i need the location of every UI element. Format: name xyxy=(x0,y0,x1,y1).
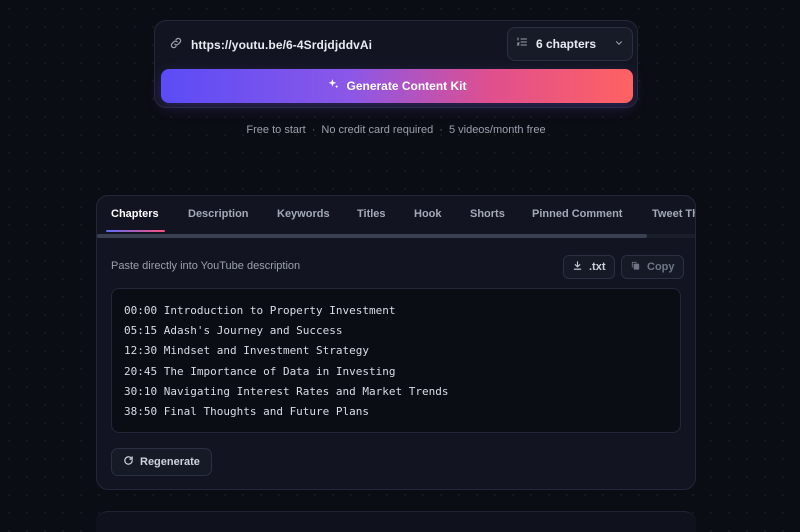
chapter-line: 30:10 Navigating Interest Rates and Mark… xyxy=(124,384,449,398)
pricing-separator-1: · xyxy=(311,124,316,136)
tabs-scrollbar-thumb[interactable] xyxy=(97,234,647,238)
copy-label: Copy xyxy=(647,261,675,273)
sparkles-icon xyxy=(327,78,340,94)
chapters-count-select[interactable]: 6 chapters xyxy=(507,27,633,61)
chapters-output[interactable]: 00:00 Introduction to Property Investmen… xyxy=(111,288,681,433)
chevron-down-icon xyxy=(614,35,624,53)
pricing-separator-2: · xyxy=(439,124,443,136)
link-icon xyxy=(169,36,183,55)
copy-icon xyxy=(630,260,641,274)
refresh-icon xyxy=(123,455,134,469)
tab-pinned-comment[interactable]: Pinned Comment xyxy=(532,208,622,220)
regenerate-label: Regenerate xyxy=(140,456,200,468)
chapter-line: 20:45 The Importance of Data in Investin… xyxy=(124,364,396,378)
tab-titles[interactable]: Titles xyxy=(357,208,386,220)
regenerate-button[interactable]: Regenerate xyxy=(111,448,212,476)
content-tabs: Chapters Description Keywords Titles Hoo… xyxy=(97,196,695,237)
generate-button-label: Generate Content Kit xyxy=(346,79,467,93)
paste-hint: Paste directly into YouTube description xyxy=(111,260,301,272)
chapter-line: 38:50 Final Thoughts and Future Plans xyxy=(124,404,370,418)
pricing-note: Free to start · No credit card required · 5 … xyxy=(0,124,792,136)
download-txt-label: .txt xyxy=(589,261,606,273)
list-ordered-icon xyxy=(516,35,528,53)
chapters-select-label: 6 chapters xyxy=(536,37,597,51)
chapter-line: 12:30 Mindset and Investment Strategy xyxy=(124,344,370,358)
copy-button[interactable]: Copy xyxy=(621,255,684,279)
tab-hook[interactable]: Hook xyxy=(414,208,442,220)
active-tab-indicator xyxy=(106,230,165,232)
download-icon xyxy=(572,260,583,274)
next-panel-edge xyxy=(96,511,696,532)
content-kit-panel: Chapters Description Keywords Titles Hoo… xyxy=(96,195,696,490)
pricing-note-free: Free to start xyxy=(246,124,306,136)
tab-tweet-thread[interactable]: Tweet Th xyxy=(652,208,695,220)
chapter-line: 05:15 Adash's Journey and Success xyxy=(124,324,343,338)
pricing-note-no-card: No credit card required xyxy=(321,124,434,136)
tab-chapters[interactable]: Chapters xyxy=(111,208,159,220)
tab-shorts[interactable]: Shorts xyxy=(470,208,505,220)
download-txt-button[interactable]: .txt xyxy=(563,255,615,279)
url-input-card: https://youtu.be/6-4SrdjdjddvAi 6 chapte… xyxy=(154,20,638,108)
url-input[interactable]: https://youtu.be/6-4SrdjdjddvAi xyxy=(169,33,372,57)
tab-keywords[interactable]: Keywords xyxy=(277,208,330,220)
generate-content-kit-button[interactable]: Generate Content Kit xyxy=(161,69,633,103)
tab-description[interactable]: Description xyxy=(188,208,249,220)
url-input-value[interactable]: https://youtu.be/6-4SrdjdjddvAi xyxy=(191,38,372,52)
pricing-note-limit: 5 videos/month free xyxy=(448,124,546,136)
chapter-line: 00:00 Introduction to Property Investmen… xyxy=(124,304,396,317)
